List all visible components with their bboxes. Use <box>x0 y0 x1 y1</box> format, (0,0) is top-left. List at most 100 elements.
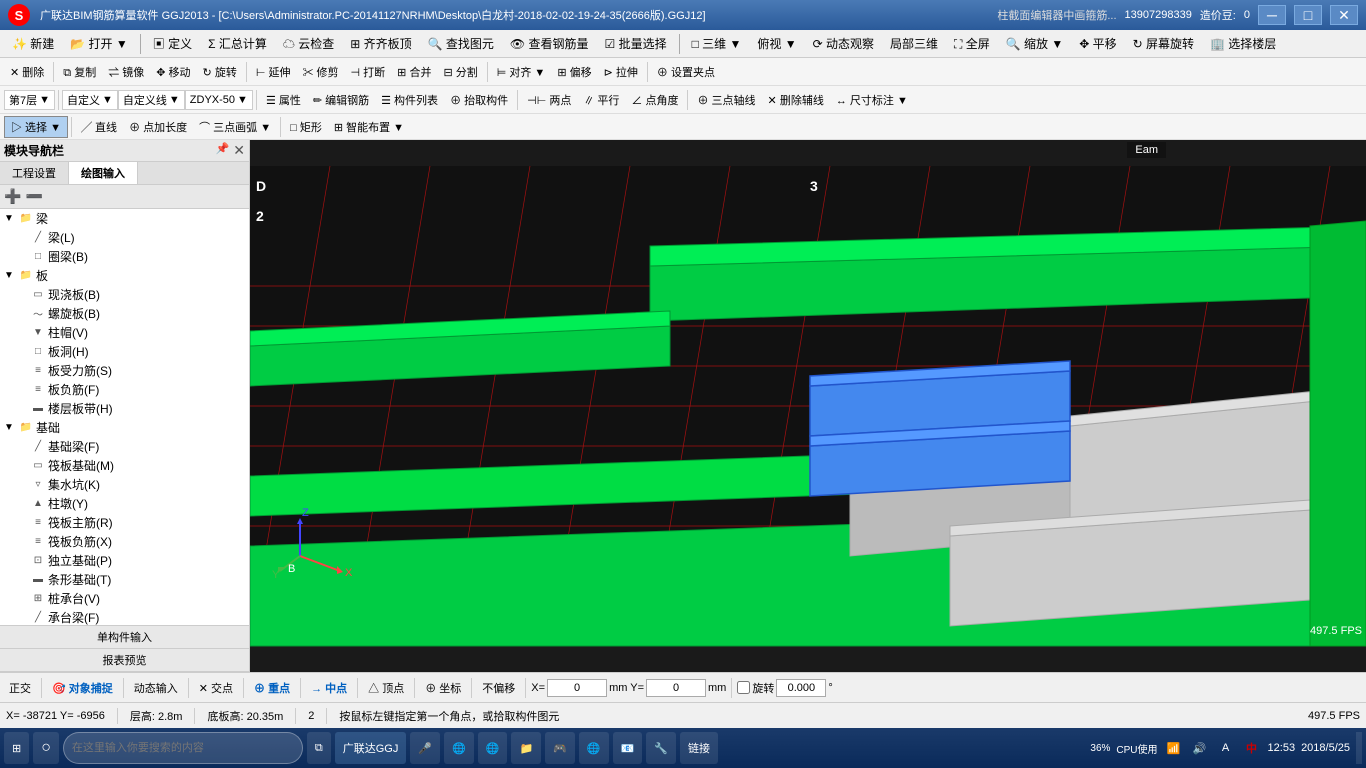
menu-局部三维[interactable]: 局部三维 <box>882 32 946 55</box>
tree-板受力筋[interactable]: ≡ 板受力筋(S) <box>0 361 249 380</box>
menu-打开[interactable]: 📂 打开 ▼ <box>62 32 136 55</box>
snap-对象捕捉[interactable]: 🎯 对象捕捉 <box>47 678 118 698</box>
menu-三维[interactable]: □ 三维 ▼ <box>684 32 750 55</box>
report-preview-btn[interactable]: 报表预览 <box>0 649 249 672</box>
menu-齐齐板顶[interactable]: ⊞ 齐齐板顶 <box>342 32 419 55</box>
menu-查找图元[interactable]: 🔍 查找图元 <box>420 32 502 55</box>
tb-merge[interactable]: ⊞ 合并 <box>391 62 437 82</box>
tray-volume-icon[interactable]: 🔊 <box>1190 738 1210 758</box>
tb-setpoint[interactable]: ⊕ 设置夹点 <box>651 62 721 82</box>
menu-新建[interactable]: ✨ 新建 <box>4 32 62 55</box>
menu-云检查[interactable]: ☁ 云检查 <box>275 32 342 55</box>
tb-stretch[interactable]: ⊳ 拉伸 <box>598 62 644 82</box>
tree-承台梁[interactable]: ╱ 承台梁(F) <box>0 608 249 625</box>
tree-基础[interactable]: ▼ 📁 基础 <box>0 418 249 437</box>
snap-不偏移[interactable]: 不偏移 <box>477 678 520 698</box>
menu-平移[interactable]: ✥ 平移 <box>1071 32 1124 55</box>
app-ie[interactable]: 🌐 <box>444 732 474 764</box>
tree-梁[interactable]: ▼ 📁 梁 <box>0 209 249 228</box>
tb-move[interactable]: ✥ 移动 <box>150 62 196 82</box>
tb-delete[interactable]: ✕ 删除 <box>4 62 50 82</box>
tb-edit-rebar[interactable]: ✏ 编辑钢筋 <box>307 90 375 110</box>
menu-缩放[interactable]: 🔍 缩放 ▼ <box>998 32 1072 55</box>
app-game[interactable]: 🎮 <box>545 732 575 764</box>
line-type-selector[interactable]: 自定义线 ▼ <box>118 90 185 110</box>
menu-全屏[interactable]: ⛶ 全屏 <box>946 32 998 55</box>
app-browser[interactable]: 🌐 <box>579 732 609 764</box>
tree-板负筋[interactable]: ≡ 板负筋(F) <box>0 380 249 399</box>
tb-del-aux[interactable]: ✕ 删除辅线 <box>762 90 830 110</box>
tab-工程设置[interactable]: 工程设置 <box>0 162 69 184</box>
tb-line[interactable]: ╱ 直线 <box>75 117 123 137</box>
tray-input-icon[interactable]: 中 <box>1242 738 1262 758</box>
app-ggj[interactable]: 广联达GGJ <box>335 732 407 764</box>
app-email[interactable]: 📧 <box>613 732 643 764</box>
tb-axis[interactable]: ⊕ 三点轴线 <box>691 90 761 110</box>
menu-批量选择[interactable]: ☑ 批量选择 <box>596 32 674 55</box>
app-link[interactable]: 链接 <box>680 732 718 764</box>
canvas-area[interactable]: X Y Z B D 2 3 497.5 FPS Eam <box>250 140 1366 672</box>
start-button[interactable]: ⊞ <box>4 732 29 764</box>
tab-绘图输入[interactable]: 绘图输入 <box>69 162 138 184</box>
tree-筏板基础[interactable]: ▭ 筏板基础(M) <box>0 456 249 475</box>
menu-动态观察[interactable]: ⟳ 动态观察 <box>805 32 882 55</box>
tb-mirror[interactable]: ⇌ 镜像 <box>102 62 150 82</box>
minimize-button[interactable]: ─ <box>1258 5 1286 25</box>
tree-桩承台[interactable]: ⊞ 桩承台(V) <box>0 589 249 608</box>
tree-柱帽[interactable]: ▼ 柱帽(V) <box>0 323 249 342</box>
tb-offset[interactable]: ⊞ 偏移 <box>551 62 597 82</box>
tree-现浇板[interactable]: ▭ 现浇板(B) <box>0 285 249 304</box>
tree-条形基础[interactable]: ▬ 条形基础(T) <box>0 570 249 589</box>
sidebar-minus-icon[interactable]: ➖ <box>25 188 42 205</box>
tree-圈梁[interactable]: □ 圈梁(B) <box>0 247 249 266</box>
app-folder[interactable]: 📁 <box>511 732 541 764</box>
tree-板洞[interactable]: □ 板洞(H) <box>0 342 249 361</box>
tree-楼层板带[interactable]: ▬ 楼层板带(H) <box>0 399 249 418</box>
tb-arc[interactable]: ⌒ 三点画弧 ▼ <box>193 117 277 137</box>
tree-集水坑[interactable]: ▿ 集水坑(K) <box>0 475 249 494</box>
tb-smart[interactable]: ⊞ 智能布置 ▼ <box>328 117 410 137</box>
tb-extend[interactable]: ⊢ 延伸 <box>250 62 297 82</box>
tree-板[interactable]: ▼ 📁 板 <box>0 266 249 285</box>
tb-align[interactable]: ⊨ 对齐 ▼ <box>491 62 552 82</box>
tb-copy[interactable]: ⧉ 复制 <box>57 62 102 82</box>
taskbar-search[interactable] <box>63 732 303 764</box>
maximize-button[interactable]: □ <box>1294 5 1322 25</box>
menu-屏幕旋转[interactable]: ↻ 屏幕旋转 <box>1125 32 1202 55</box>
snap-重点[interactable]: ⊕ 重点 <box>249 678 295 698</box>
sidebar-pin-icon[interactable]: 📌 <box>216 142 230 159</box>
floor-type-selector[interactable]: 自定义 ▼ <box>62 90 118 110</box>
tb-point-len[interactable]: ⊕ 点加长度 <box>123 117 193 137</box>
tree-筏板主筋[interactable]: ≡ 筏板主筋(R) <box>0 513 249 532</box>
app-tools[interactable]: 🔧 <box>646 732 676 764</box>
snap-正交[interactable]: 正交 <box>4 678 36 698</box>
close-button[interactable]: ✕ <box>1330 5 1358 25</box>
tb-break[interactable]: ⊣ 打断 <box>345 62 392 82</box>
tree-筏板负筋[interactable]: ≡ 筏板负筋(X) <box>0 532 249 551</box>
tb-dim[interactable]: ↔ 尺寸标注 ▼ <box>830 90 914 110</box>
tb-select[interactable]: ▷ 选择 ▼ <box>4 116 68 138</box>
menu-查看钢筋量[interactable]: 👁 查看钢筋量 <box>502 32 597 55</box>
x-input[interactable] <box>547 679 607 697</box>
app-mic[interactable]: 🎤 <box>410 732 440 764</box>
snap-交点[interactable]: ✕ 交点 <box>194 678 238 698</box>
rotate-checkbox[interactable] <box>737 681 750 694</box>
menu-俯视[interactable]: 俯视 ▼ <box>749 32 804 55</box>
tray-network-icon[interactable]: 📶 <box>1164 738 1184 758</box>
rotate-input[interactable] <box>776 679 826 697</box>
tb-parallel[interactable]: ∥ 平行 <box>577 90 625 110</box>
y-input[interactable] <box>646 679 706 697</box>
snap-顶点[interactable]: △ 顶点 <box>363 678 409 698</box>
tb-rect[interactable]: □ 矩形 <box>284 117 328 137</box>
tb-angle[interactable]: ∠ 点角度 <box>625 90 684 110</box>
floor-selector[interactable]: 第7层 ▼ <box>4 90 55 110</box>
app-ie2[interactable]: 🌐 <box>478 732 508 764</box>
tb-pickup[interactable]: ⊕ 抬取构件 <box>444 90 514 110</box>
tree-基础梁[interactable]: ╱ 基础梁(F) <box>0 437 249 456</box>
snap-中点[interactable]: → 中点 <box>306 678 352 698</box>
tree-螺旋板[interactable]: 〜 螺旋板(B) <box>0 304 249 323</box>
tb-property[interactable]: ☰ 属性 <box>260 90 307 110</box>
menu-定义[interactable]: ▣ 定义 <box>145 32 200 55</box>
mat-type-selector[interactable]: ZDYX-50 ▼ <box>185 90 253 110</box>
tree-独立基础[interactable]: ⊡ 独立基础(P) <box>0 551 249 570</box>
